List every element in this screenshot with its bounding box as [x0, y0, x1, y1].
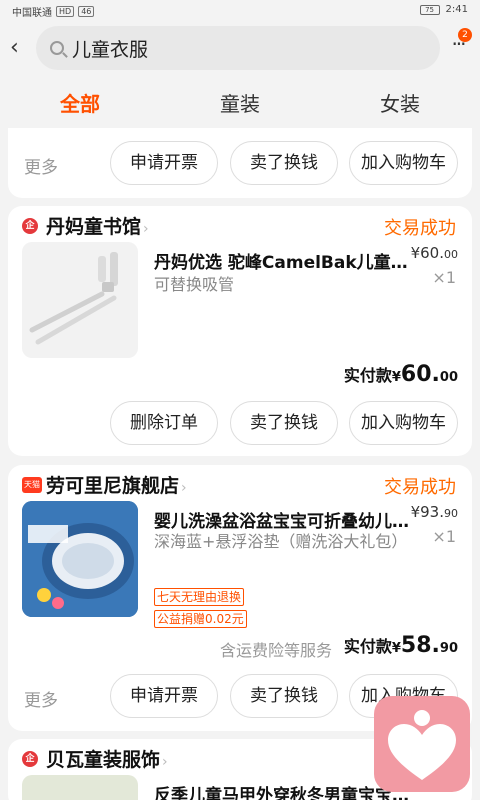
delete-order-button[interactable]: 删除订单 — [110, 401, 218, 445]
price-integer: ¥60. — [410, 244, 444, 262]
product-quantity: ×1 — [432, 527, 456, 546]
paid-decimal: 00 — [439, 370, 458, 385]
heart-person-icon — [388, 710, 456, 780]
paid-amount: 实付款¥60.00 — [344, 362, 458, 387]
paid-integer: 60. — [400, 362, 440, 387]
shop-name[interactable]: 劳可里尼旗舰店 › — [46, 471, 187, 498]
product-title[interactable]: 丹妈优选 驼峰CamelBak儿童吸管杯 — [154, 248, 412, 273]
product-spec: 深海蓝+悬浮浴垫（赠洗浴大礼包） — [154, 532, 408, 551]
order-card[interactable]: 企 丹妈童书馆› 交易成功 丹妈优选 驼峰CamelBak儿童吸管杯 ¥60.0… — [8, 206, 472, 456]
floating-favorite-button[interactable] — [374, 696, 470, 792]
paid-integer: 58. — [400, 633, 440, 658]
request-invoice-button[interactable]: 申请开票 — [110, 674, 218, 718]
add-to-cart-button[interactable]: 加入购物车 — [349, 401, 458, 445]
search-header: ‹ 儿童衣服 ··· 2 — [0, 20, 480, 80]
add-to-cart-button[interactable]: 加入购物车 — [349, 141, 458, 185]
shop-name-text: 劳可里尼旗舰店 — [46, 475, 180, 497]
shop-icon: 企 — [22, 218, 38, 234]
paid-amount: 实付款¥58.90 — [344, 633, 458, 658]
status-bar: 中国联通 HD 46 75 2:41 — [0, 0, 480, 20]
shop-header[interactable]: 企 丹妈童书馆 › 交易成功 — [8, 206, 472, 242]
carrier-text: 中国联通 — [12, 8, 52, 19]
shop-name-text: 贝瓦童装服饰 — [46, 749, 161, 771]
search-query-text: 儿童衣服 — [72, 38, 149, 61]
charity-tag: 公益捐赠0.02元 — [154, 610, 247, 628]
shop-header[interactable]: 天猫 劳可里尼旗舰店 › 交易成功 — [8, 465, 472, 501]
network-hd-icon: HD — [56, 6, 75, 17]
product-price: ¥93.90 — [411, 503, 458, 521]
chevron-right-icon: › — [162, 754, 168, 770]
sell-button[interactable]: 卖了换钱 — [230, 674, 338, 718]
battery-icon: 75 — [419, 4, 440, 15]
return-policy-tag: 七天无理由退换 — [154, 588, 245, 606]
bathtub-product-illustration — [22, 501, 138, 617]
network-4g-icon: 46 — [78, 6, 95, 17]
category-tabs: 全部 童装 女装 — [0, 80, 480, 128]
tab-women-clothing[interactable]: 女装 — [320, 80, 480, 128]
product-image[interactable] — [22, 242, 138, 358]
request-invoice-button[interactable]: 申请开票 — [110, 141, 218, 185]
order-status: 交易成功 — [384, 218, 456, 239]
paid-currency: ¥ — [391, 641, 401, 656]
shop-name[interactable]: 贝瓦童装服饰 › — [46, 745, 168, 772]
chevron-right-icon: › — [181, 480, 187, 496]
tmall-icon: 天猫 — [22, 477, 42, 493]
price-decimal: 90 — [444, 507, 458, 520]
order-card-previous: 更多 申请开票 卖了换钱 加入购物车 — [8, 128, 472, 198]
chevron-right-icon: › — [143, 221, 149, 237]
product-spec: 可替换吸管 — [154, 275, 235, 294]
clock-text: 2:41 — [445, 4, 468, 15]
order-card[interactable]: 天猫 劳可里尼旗舰店 › 交易成功 婴儿洗澡盆浴盆宝宝可折叠幼儿浴盆 ¥93.90… — [8, 465, 472, 731]
product-quantity: ×1 — [432, 268, 456, 287]
product-image[interactable] — [22, 775, 138, 800]
order-status: 交易成功 — [384, 477, 456, 498]
tab-all[interactable]: 全部 — [0, 80, 160, 128]
shop-icon: 企 — [22, 751, 38, 767]
sell-button[interactable]: 卖了换钱 — [230, 401, 338, 445]
sell-button[interactable]: 卖了换钱 — [230, 141, 338, 185]
paid-label: 实付款 — [343, 637, 392, 656]
more-link[interactable]: 更多 — [24, 153, 58, 178]
price-integer: ¥93. — [410, 503, 444, 521]
search-icon — [50, 41, 64, 55]
price-decimal: 00 — [444, 248, 458, 261]
service-note: 含运费险等服务 — [220, 641, 333, 660]
shop-name-text: 丹妈童书馆 — [46, 216, 142, 238]
more-link[interactable]: 更多 — [24, 686, 58, 711]
tab-kids-clothing[interactable]: 童装 — [160, 80, 320, 128]
shop-name[interactable]: 丹妈童书馆 › — [46, 212, 149, 239]
paid-label: 实付款 — [343, 366, 392, 385]
product-price: ¥60.00 — [411, 244, 458, 262]
paid-currency: ¥ — [391, 370, 401, 385]
straw-product-illustration — [29, 252, 118, 345]
search-bar[interactable]: 儿童衣服 — [36, 26, 440, 70]
product-image[interactable] — [22, 501, 138, 617]
notification-badge: 2 — [458, 28, 472, 42]
paid-decimal: 90 — [439, 641, 458, 656]
back-chevron-icon[interactable]: ‹ — [10, 36, 30, 60]
